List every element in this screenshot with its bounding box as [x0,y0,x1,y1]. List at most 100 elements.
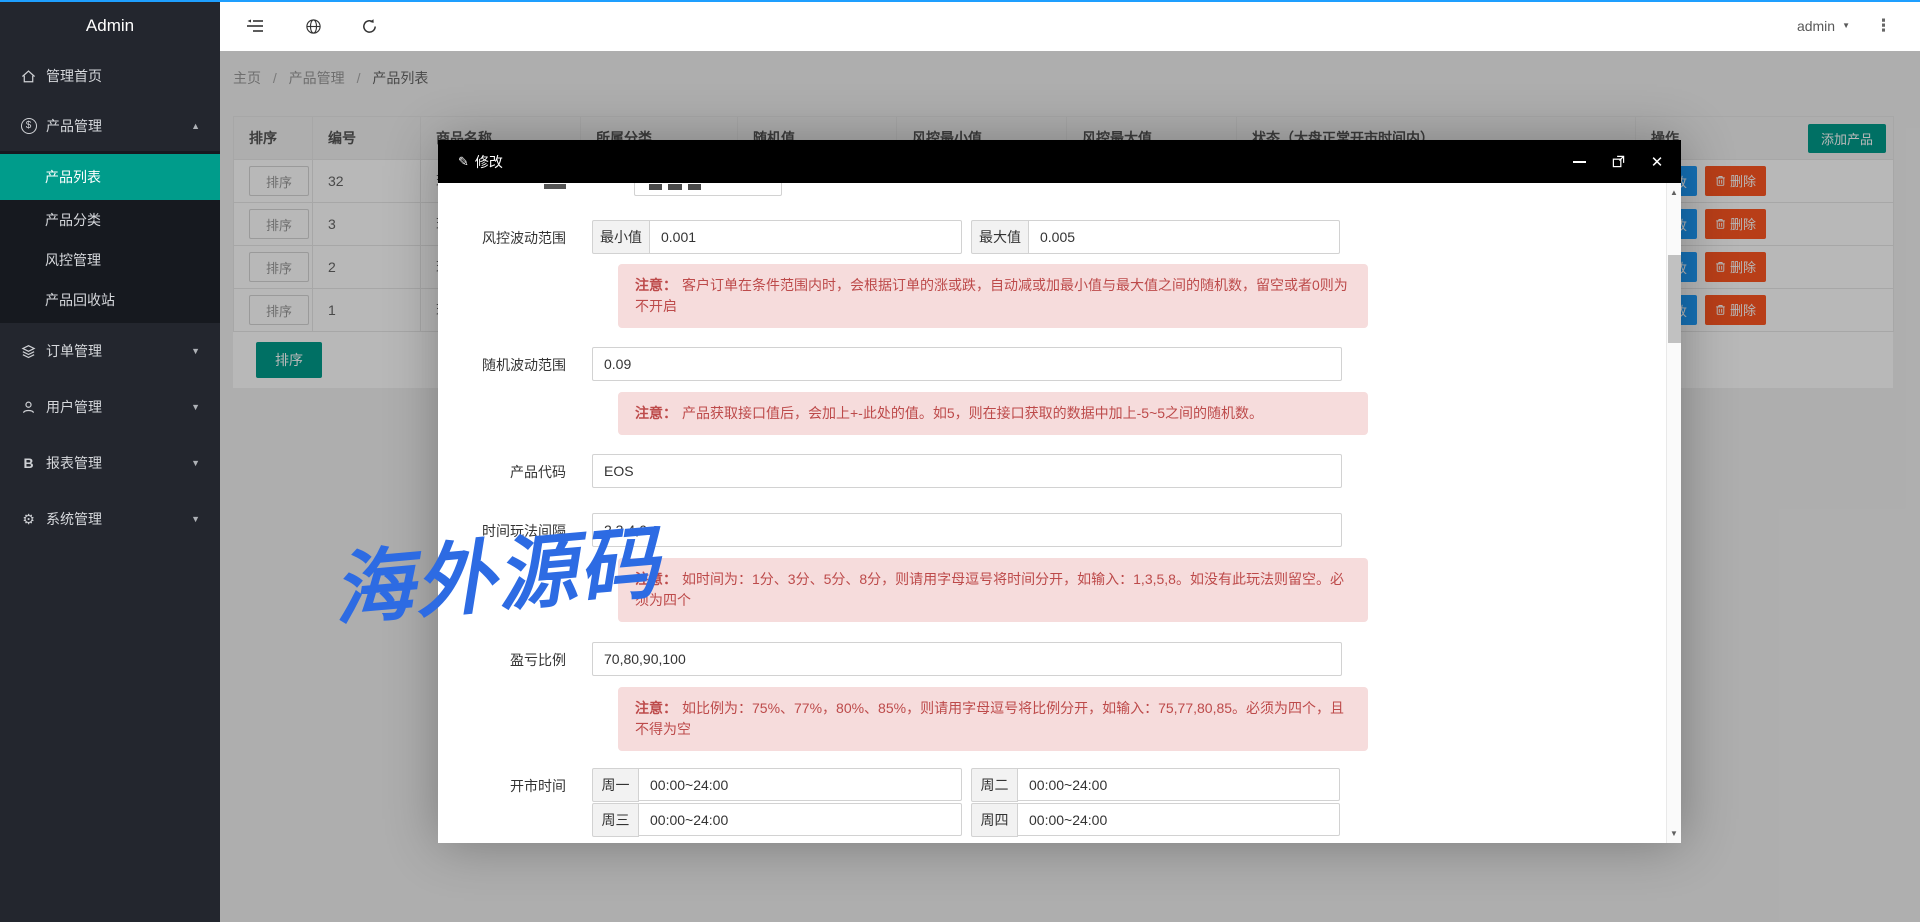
tuesday-time-input[interactable] [1017,768,1340,801]
risk-range-note: 注意： 客户订单在条件范围内时，会根据订单的涨或跌，自动减或加最小值与最大值之间的… [618,264,1368,328]
topbar: admin ▼ ⋮ [220,0,1920,51]
dollar-circle-icon: $ [20,118,37,134]
edit-product-modal: ✎ 修改 ✕ 风控波动范围 最小值 0.001 最大值 0.005 注意： 客户… [438,140,1681,843]
sidebar-item-product-list[interactable]: 产品列表 [0,154,220,200]
time-play-input[interactable] [592,513,1342,547]
sidebar-submenu: 产品列表 产品分类 风控管理 产品回收站 [0,151,220,323]
sidebar-item-product-recycle[interactable]: 产品回收站 [0,280,220,320]
note-prefix: 注意： [635,700,677,716]
scrollbar-thumb[interactable] [1668,255,1681,343]
sidebar-item-label: 用户管理 [46,399,102,415]
max-group: 最大值 [971,220,1340,254]
day-addon: 周四 [971,803,1018,837]
min-addon: 最小值 [592,220,650,254]
pl-ratio-input[interactable] [592,642,1342,676]
field-label: 随机波动范围 [482,357,566,373]
form-row-open-time-2: 周三 周四 [438,803,1666,837]
category-select[interactable] [634,183,782,196]
admin-page: Admin 管理首页 $ 产品管理 ▲ 产品列表 产品分类 风控管理 产品回收站 [0,0,1920,922]
sidebar-item-orders[interactable]: 订单管理 ▼ [0,323,220,379]
max-addon: 最大值 [971,220,1029,254]
clipped-text-fragment [668,184,682,190]
gear-icon: ⚙ [22,510,35,527]
sidebar-item-system[interactable]: ⚙ 系统管理 ▼ [0,491,220,547]
sidebar-group: 订单管理 ▼ 用户管理 ▼ B 报表管理 ▼ ⚙ 系统管理 ▼ [0,323,220,547]
monday-group: 周一 [592,768,962,802]
sidebar: Admin 管理首页 $ 产品管理 ▲ 产品列表 产品分类 风控管理 产品回收站 [0,0,220,922]
tuesday-group: 周二 [971,768,1340,802]
close-icon[interactable]: ✕ [1649,154,1665,171]
sidebar-item-home[interactable]: 管理首页 [0,51,220,101]
time-play-note: 注意： 如时间为：1分、3分、5分、8分，则请用字母逗号将时间分开，如输入：1,3… [618,558,1368,622]
field-label: 开市时间 [510,778,566,794]
layers-icon [20,344,37,359]
top-accent-line [0,0,1920,2]
modal-header[interactable]: ✎ 修改 ✕ [438,140,1681,183]
wednesday-time-input[interactable] [638,803,962,836]
note-prefix: 注意： [635,405,677,421]
home-icon [20,69,37,84]
form-row-random-range: 随机波动范围 [438,347,1666,381]
form-row-product-code: 产品代码 [438,454,1666,488]
username: admin [1796,17,1836,34]
collapse-sidebar-icon[interactable] [242,13,268,39]
pencil-icon: ✎ [458,153,469,169]
scroll-down-icon[interactable]: ▼ [1667,829,1681,838]
chevron-down-icon: ▼ [191,514,200,524]
sidebar-item-label: 管理首页 [46,68,102,84]
user-menu[interactable]: admin ▼ [1797,0,1850,51]
maximize-icon[interactable] [1610,154,1626,170]
sidebar-item-label: 报表管理 [46,455,102,471]
note-text: 如比例为：75%、77%，80%、85%，则请用字母逗号将比例分开，如输入：75… [635,700,1345,737]
globe-icon[interactable] [300,13,326,39]
day-addon: 周一 [592,768,639,802]
clipped-text-fragment [649,184,662,190]
note-text: 客户订单在条件范围内时，会根据订单的涨或跌，自动减或加最小值与最大值之间的随机数… [635,277,1348,314]
form-row-risk-range: 风控波动范围 最小值 最大值 [438,220,1666,254]
risk-min-input[interactable] [649,220,962,254]
chevron-down-icon: ▼ [191,458,200,468]
risk-max-input[interactable] [1028,220,1340,254]
field-label: 风控波动范围 [482,230,566,246]
monday-time-input[interactable] [638,768,962,801]
field-label: 盈亏比例 [510,652,566,668]
note-text: 产品获取接口值后，会加上+-此处的值。如5，则在接口获取的数据中加上-5~5之间… [682,405,1264,421]
product-code-input[interactable] [592,454,1342,488]
random-range-input[interactable] [592,347,1342,381]
app-logo-title: Admin [85,16,135,35]
clipped-text-fragment [544,184,566,189]
scroll-up-icon[interactable]: ▲ [1667,188,1681,197]
modal-controls: ✕ [1571,140,1665,183]
min-group: 最小值 [592,220,962,254]
chevron-down-icon: ▼ [191,402,200,412]
chevron-down-icon: ▼ [191,346,200,356]
random-range-note: 注意： 产品获取接口值后，会加上+-此处的值。如5，则在接口获取的数据中加上-5~… [618,392,1368,435]
clipped-text-fragment [688,184,701,190]
day-addon: 周三 [592,803,639,837]
sidebar-item-users[interactable]: 用户管理 ▼ [0,379,220,435]
day-addon: 周二 [971,768,1018,802]
chevron-up-icon: ▲ [191,121,200,131]
wednesday-group: 周三 [592,803,962,837]
modal-title: 修改 [474,153,503,170]
report-icon: B [23,455,34,471]
minimize-icon[interactable] [1571,154,1587,170]
refresh-icon[interactable] [356,13,382,39]
modal-scrollbar[interactable]: ▲ ▼ [1666,183,1681,843]
sidebar-item-label: 订单管理 [46,343,102,359]
sidebar-item-label: 产品管理 [46,118,102,134]
sidebar-item-reports[interactable]: B 报表管理 ▼ [0,435,220,491]
sidebar-item-product-category[interactable]: 产品分类 [0,200,220,240]
kebab-menu-icon[interactable]: ⋮ [1875,0,1892,51]
sidebar-item-risk-management[interactable]: 风控管理 [0,240,220,280]
note-prefix: 注意： [635,277,677,293]
form-row-clipped [438,183,1666,196]
note-text: 如时间为：1分、3分、5分、8分，则请用字母逗号将时间分开，如输入：1,3,5,… [635,571,1344,608]
thursday-time-input[interactable] [1017,803,1340,836]
sidebar-item-label: 系统管理 [46,511,102,527]
chevron-down-icon: ▼ [1842,21,1850,30]
clipped-label [438,183,592,192]
user-icon [20,400,37,415]
pl-ratio-note: 注意： 如比例为：75%、77%，80%、85%，则请用字母逗号将比例分开，如输入… [618,687,1368,751]
sidebar-item-products[interactable]: $ 产品管理 ▲ [0,101,220,151]
